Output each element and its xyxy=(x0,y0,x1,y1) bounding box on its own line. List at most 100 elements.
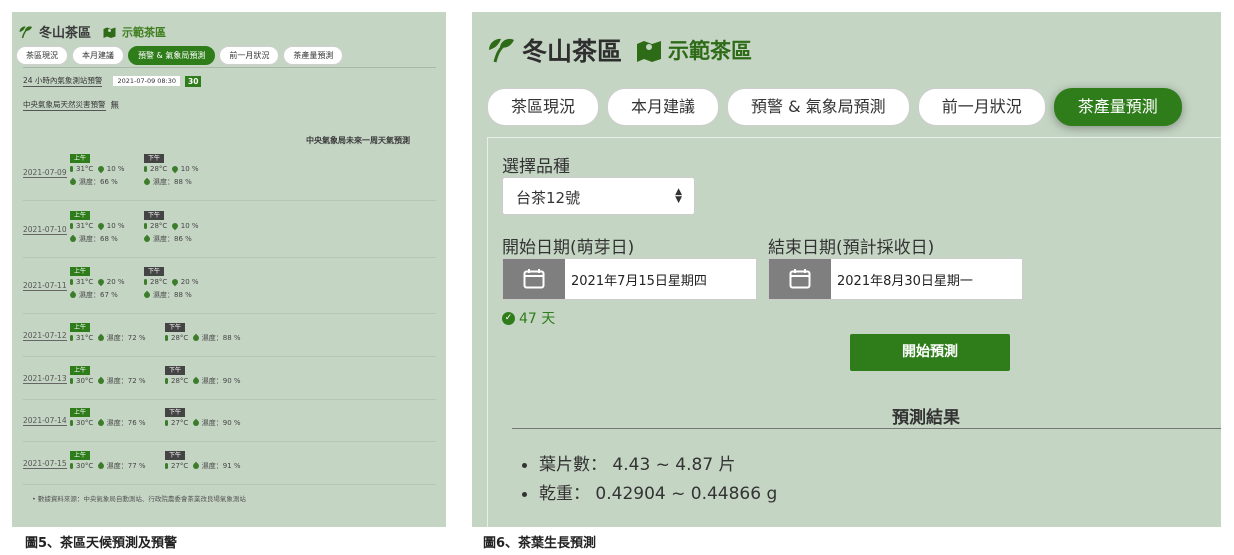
humidity-icon xyxy=(68,177,78,187)
forecast-date: 2021-07-09 xyxy=(23,168,67,178)
am-badge: 上午 xyxy=(70,154,91,163)
right-tab-bar: 茶區現況 本月建議 預警 & 氣象局預測 前一月狀況 茶產量預測 xyxy=(487,88,1182,126)
pm-temperature: 28°C xyxy=(171,334,189,342)
forecast-am: 上午 31°C 10 % 濕度：68 % xyxy=(68,211,125,246)
tab-last-month[interactable]: 前一月狀況 xyxy=(219,46,280,65)
forecast-day-row: 2021-07-13 上午 30°C 濕度：72 % 下午 28°C 濕度：90… xyxy=(23,366,436,400)
thermometer-icon xyxy=(165,335,168,341)
left-header: 冬山茶區 示範茶區 xyxy=(18,22,166,41)
tab-area-status[interactable]: 茶區現況 xyxy=(487,88,600,126)
forecast-am: 上午 31°C 20 % 濕度：67 % xyxy=(68,267,125,302)
forecast-day-row: 2021-07-10 上午 31°C 10 % 濕度：68 % 下午 28°C … xyxy=(23,211,436,258)
pm-temperature: 27°C xyxy=(171,419,189,427)
end-date-label: 結束日期(預計採收日) xyxy=(768,238,935,258)
tab-yield-forecast[interactable]: 茶產量預測 xyxy=(1053,88,1182,126)
forecast-pm: 下午 28°C 20 % 濕度：88 % xyxy=(142,267,199,302)
pm-badge: 下午 xyxy=(165,451,186,460)
tea-leaf-icon xyxy=(489,38,514,63)
calendar-button[interactable] xyxy=(503,259,565,299)
left-title: 冬山茶區 xyxy=(39,26,92,41)
tab-warning-forecast[interactable]: 預警 & 氣象局預測 xyxy=(128,46,216,65)
forecast-pm: 下午 28°C 濕度：90 % xyxy=(165,366,241,388)
forecast-date: 2021-07-10 xyxy=(23,225,67,235)
thermometer-icon xyxy=(70,335,73,341)
rain-icon xyxy=(170,277,179,287)
pm-badge: 下午 xyxy=(165,323,186,332)
pm-badge: 下午 xyxy=(165,366,186,375)
figure-6-caption: 圖6、茶葉生長預測 xyxy=(483,536,597,551)
pm-rain-chance: 10 % xyxy=(180,222,199,230)
humidity-icon xyxy=(68,234,78,244)
humidity-icon xyxy=(96,461,105,471)
result-title: 預測結果 xyxy=(892,408,960,428)
pm-humidity: 濕度：88 % xyxy=(153,291,192,299)
start-date-input[interactable]: 2021年7月15日星期四 xyxy=(502,258,757,300)
calendar-button[interactable] xyxy=(769,259,831,299)
dry-weight-result: 乾重： 0.42904 ~ 0.44866 g xyxy=(539,484,778,504)
pm-humidity: 濕度：91 % xyxy=(201,462,241,470)
humidity-icon xyxy=(191,333,200,343)
tab-warning-forecast[interactable]: 預警 & 氣象局預測 xyxy=(727,88,910,126)
forecast-day-row: 2021-07-14 上午 30°C 濕度：76 % 下午 27°C 濕度：90… xyxy=(23,408,436,442)
tab-monthly-advice[interactable]: 本月建議 xyxy=(607,88,720,126)
tab-monthly-advice[interactable]: 本月建議 xyxy=(72,46,124,65)
pm-badge: 下午 xyxy=(165,408,186,417)
duration-indicator: ✓ 47 天 xyxy=(502,308,555,328)
disaster-warning-row: 中央氣象局天然災害預警 無 xyxy=(23,99,119,111)
am-temperature: 31°C xyxy=(76,165,94,173)
variety-label: 選擇品種 xyxy=(502,157,570,177)
thermometer-icon xyxy=(70,166,73,172)
forecast-pm: 下午 28°C 10 % 濕度：86 % xyxy=(142,211,199,246)
am-temperature: 30°C xyxy=(76,419,94,427)
result-list: 葉片數： 4.43 ~ 4.87 片 乾重： 0.42904 ~ 0.44866… xyxy=(522,451,777,509)
duration-text: 47 天 xyxy=(519,311,556,327)
pm-temperature: 28°C xyxy=(171,377,189,385)
forecast-am: 上午 31°C 濕度：72 % xyxy=(70,323,146,345)
map-icon xyxy=(103,27,116,38)
am-humidity: 濕度：67 % xyxy=(79,291,118,299)
forecast-date: 2021-07-14 xyxy=(23,416,67,426)
humidity-icon xyxy=(142,177,152,187)
variety-select[interactable]: 台茶12號 ▲ ▼ xyxy=(502,177,695,215)
rain-icon xyxy=(170,221,179,231)
am-humidity: 濕度：76 % xyxy=(106,419,146,427)
bullet-icon xyxy=(522,491,527,497)
rain-icon xyxy=(96,164,105,174)
forecast-day-row: 2021-07-15 上午 30°C 濕度：77 % 下午 27°C 濕度：91… xyxy=(23,451,436,485)
thermometer-icon xyxy=(165,463,168,469)
am-temperature: 30°C xyxy=(76,462,94,470)
forecast-date: 2021-07-13 xyxy=(23,374,67,384)
tab-last-month[interactable]: 前一月狀況 xyxy=(917,88,1046,126)
am-humidity: 濕度：72 % xyxy=(106,377,146,385)
pm-humidity: 濕度：90 % xyxy=(201,419,241,427)
weather-forecast-panel: 冬山茶區 示範茶區 茶區現況 本月建議 預警 & 氣象局預測 前一月狀況 茶產量… xyxy=(12,12,446,527)
pm-rain-chance: 20 % xyxy=(180,278,199,286)
station-warning-label[interactable]: 24 小時內氣象測站預警 xyxy=(23,75,103,87)
sort-arrows-icon: ▲ ▼ xyxy=(675,187,682,205)
rain-icon xyxy=(96,221,105,231)
thermometer-icon xyxy=(70,223,73,229)
forecast-date: 2021-07-15 xyxy=(23,459,67,469)
pm-humidity: 濕度：88 % xyxy=(153,178,192,186)
thermometer-icon xyxy=(165,378,168,384)
leaf-count-result: 葉片數： 4.43 ~ 4.87 片 xyxy=(539,455,736,475)
am-humidity: 濕度：77 % xyxy=(106,462,146,470)
list-item: 乾重： 0.42904 ~ 0.44866 g xyxy=(522,480,777,509)
disaster-warning-label[interactable]: 中央氣象局天然災害預警 xyxy=(23,99,106,111)
pm-badge: 下午 xyxy=(144,211,165,220)
forecast-day-row: 2021-07-12 上午 31°C 濕度：72 % 下午 28°C 濕度：88… xyxy=(23,323,436,357)
am-badge: 上午 xyxy=(70,408,91,417)
check-circle-icon: ✓ xyxy=(502,311,515,325)
humidity-icon xyxy=(142,234,152,244)
am-humidity: 濕度：72 % xyxy=(106,334,146,342)
end-date-input[interactable]: 2021年8月30日星期一 xyxy=(768,258,1023,300)
data-source-note: • 數據資料來源：中央氣象局自動測站、行政院農委會茶業改良場氣象測站 xyxy=(32,495,246,503)
tab-area-status[interactable]: 茶區現況 xyxy=(16,46,68,65)
tea-leaf-icon xyxy=(19,25,32,38)
humidity-icon xyxy=(68,290,78,300)
thermometer-icon xyxy=(70,420,73,426)
am-badge: 上午 xyxy=(70,211,91,220)
thermometer-icon xyxy=(70,279,73,285)
start-predict-button[interactable]: 開始預測 xyxy=(850,334,1010,371)
tab-yield-forecast[interactable]: 茶產量預測 xyxy=(283,46,344,65)
